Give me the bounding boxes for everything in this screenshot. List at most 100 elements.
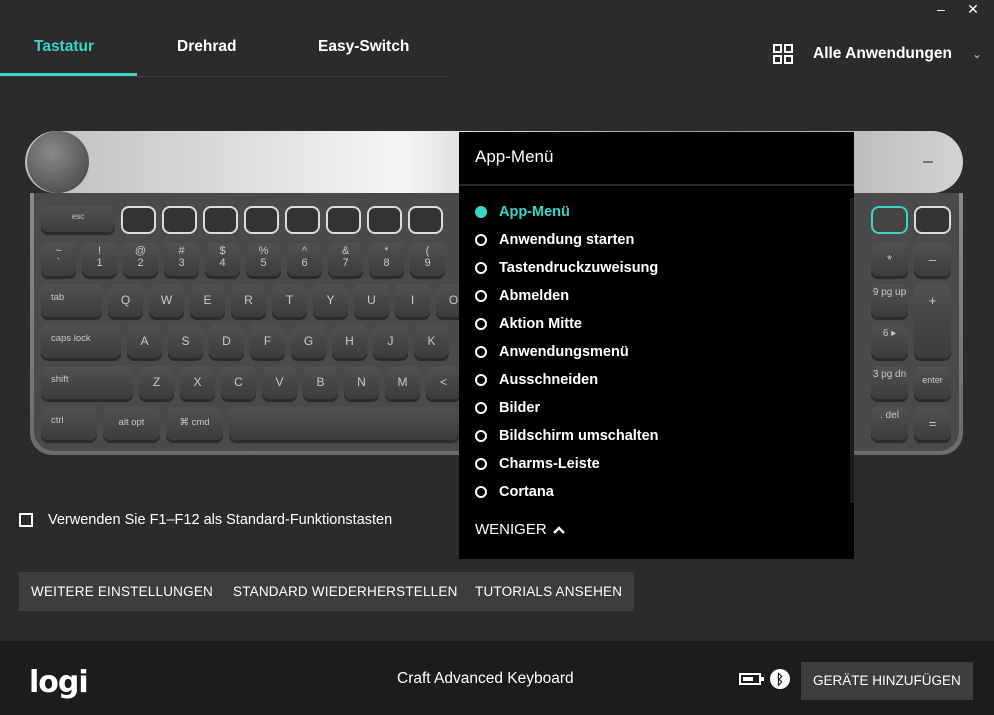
key-w[interactable]: W xyxy=(149,284,184,319)
option-charms-bar[interactable]: Charms-Leiste xyxy=(475,450,659,478)
grid-icon xyxy=(773,44,793,64)
key-r[interactable]: R xyxy=(231,284,266,319)
key-alt-opt[interactable]: alt opt xyxy=(103,407,160,442)
fkeys-checkbox[interactable] xyxy=(19,513,33,527)
key-b[interactable]: B xyxy=(303,366,338,401)
logi-logo: logi xyxy=(29,665,89,700)
option-pictures[interactable]: Bilder xyxy=(475,394,659,422)
key-cmd[interactable]: ⌘ cmd xyxy=(166,407,223,442)
option-app-menu[interactable]: App-Menü xyxy=(475,198,659,226)
key-d[interactable]: D xyxy=(209,325,244,360)
key-f8[interactable] xyxy=(408,206,443,234)
tab-drehrad[interactable]: Drehrad xyxy=(177,38,236,56)
key-shift[interactable]: shift xyxy=(41,366,133,401)
key-u[interactable]: U xyxy=(354,284,389,319)
crown-dial[interactable] xyxy=(27,131,89,193)
key-a[interactable]: A xyxy=(127,325,162,360)
tab-tastatur[interactable]: Tastatur xyxy=(34,38,94,56)
key-tilde[interactable]: ~ ` xyxy=(41,243,76,278)
key-esc[interactable]: esc xyxy=(41,206,115,234)
key-g[interactable]: G xyxy=(291,325,326,360)
dropdown-scrollbar[interactable] xyxy=(850,198,854,503)
option-keystroke-assignment[interactable]: Tastendruckzuweisung xyxy=(475,254,659,282)
main-tabs: Tastatur Drehrad Easy-Switch xyxy=(0,0,448,77)
key-7[interactable]: & 7 xyxy=(328,243,363,278)
key-lock[interactable] xyxy=(914,206,951,234)
key-c[interactable]: C xyxy=(221,366,256,401)
key-9[interactable]: (9 xyxy=(410,243,445,278)
key-2[interactable]: @2 xyxy=(123,243,158,278)
restore-defaults-button[interactable]: STANDARD WIEDERHERSTELLEN xyxy=(221,572,470,611)
key-y[interactable]: Y xyxy=(313,284,348,319)
key-x[interactable]: X xyxy=(180,366,215,401)
active-tab-indicator xyxy=(0,73,137,76)
close-button[interactable]: ✕ xyxy=(966,2,980,16)
option-middle-action[interactable]: Aktion Mitte xyxy=(475,310,659,338)
key-f6[interactable] xyxy=(326,206,361,234)
minimize-button[interactable]: – xyxy=(934,2,948,16)
key-m[interactable]: M xyxy=(385,366,420,401)
key-i[interactable]: I xyxy=(395,284,430,319)
add-devices-button[interactable]: GERÄTE HINZUFÜGEN xyxy=(801,662,973,700)
key-numpad-6[interactable]: 6 ▸ xyxy=(871,325,908,360)
key-z[interactable]: Z xyxy=(139,366,174,401)
radio-icon xyxy=(475,318,487,330)
option-label: Ausschneiden xyxy=(499,372,599,388)
key-numpad-multiply[interactable]: * xyxy=(871,243,908,278)
key-f5[interactable] xyxy=(285,206,320,234)
option-application-menu[interactable]: Anwendungsmenü xyxy=(475,338,659,366)
option-switch-screen[interactable]: Bildschirm umschalten xyxy=(475,422,659,450)
key-h[interactable]: H xyxy=(332,325,367,360)
key-f4[interactable] xyxy=(244,206,279,234)
tab-easy-switch[interactable]: Easy-Switch xyxy=(318,38,409,56)
key-f7[interactable] xyxy=(367,206,402,234)
more-settings-button[interactable]: WEITERE EINSTELLUNGEN xyxy=(19,572,225,611)
device-name: Craft Advanced Keyboard xyxy=(397,670,574,687)
show-less-button[interactable]: WENIGER xyxy=(475,521,565,538)
key-f2[interactable] xyxy=(162,206,197,234)
key-3[interactable]: #3 xyxy=(164,243,199,278)
option-log-off[interactable]: Abmelden xyxy=(475,282,659,310)
key-numpad-enter[interactable]: enter xyxy=(914,366,951,401)
key-n[interactable]: N xyxy=(344,366,379,401)
tutorials-button[interactable]: TUTORIALS ANSEHEN xyxy=(463,572,635,611)
key-tab[interactable]: tab xyxy=(41,284,102,319)
radio-icon xyxy=(475,290,487,302)
application-selector[interactable]: Alle Anwendungen ⌄ xyxy=(773,44,982,64)
key-f1[interactable] xyxy=(121,206,156,234)
option-cut[interactable]: Ausschneiden xyxy=(475,366,659,394)
key-1[interactable]: ! 1 xyxy=(82,243,117,278)
key-4[interactable]: $4 xyxy=(205,243,240,278)
key-5[interactable]: % 5 xyxy=(246,243,281,278)
option-cortana[interactable]: Cortana xyxy=(475,478,659,506)
key-k[interactable]: K xyxy=(414,325,449,360)
option-label: App-Menü xyxy=(499,204,570,220)
key-numpad-9[interactable]: 9 pg up xyxy=(871,284,908,319)
key-numpad-minus[interactable]: – xyxy=(914,243,951,278)
key-s[interactable]: S xyxy=(168,325,203,360)
dropdown-divider xyxy=(459,184,854,186)
key-less-than[interactable]: < xyxy=(426,366,461,401)
key-q[interactable]: Q xyxy=(108,284,143,319)
key-spacebar[interactable] xyxy=(229,407,459,442)
key-numpad-3[interactable]: 3 pg dn xyxy=(871,366,908,401)
key-8[interactable]: * 8 xyxy=(369,243,404,278)
radio-icon xyxy=(475,262,487,274)
option-launch-app[interactable]: Anwendung starten xyxy=(475,226,659,254)
key-6[interactable]: ^ 6 xyxy=(287,243,322,278)
key-ctrl[interactable]: ctrl xyxy=(41,407,97,442)
key-numpad-equals[interactable]: = xyxy=(914,407,951,442)
key-e[interactable]: E xyxy=(190,284,225,319)
option-label: Cortana xyxy=(499,484,554,500)
key-caps-lock[interactable]: caps lock xyxy=(41,325,121,360)
key-app-menu-selected[interactable] xyxy=(871,206,908,234)
key-f[interactable]: F xyxy=(250,325,285,360)
option-label: Tastendruckzuweisung xyxy=(499,260,659,276)
key-numpad-del[interactable]: . del xyxy=(871,407,908,442)
key-v[interactable]: V xyxy=(262,366,297,401)
key-j[interactable]: J xyxy=(373,325,408,360)
key-f3[interactable] xyxy=(203,206,238,234)
key-numpad-plus[interactable]: + xyxy=(914,284,951,360)
fkeys-default-option[interactable]: Verwenden Sie F1–F12 als Standard-Funkti… xyxy=(19,512,392,528)
key-t[interactable]: T xyxy=(272,284,307,319)
